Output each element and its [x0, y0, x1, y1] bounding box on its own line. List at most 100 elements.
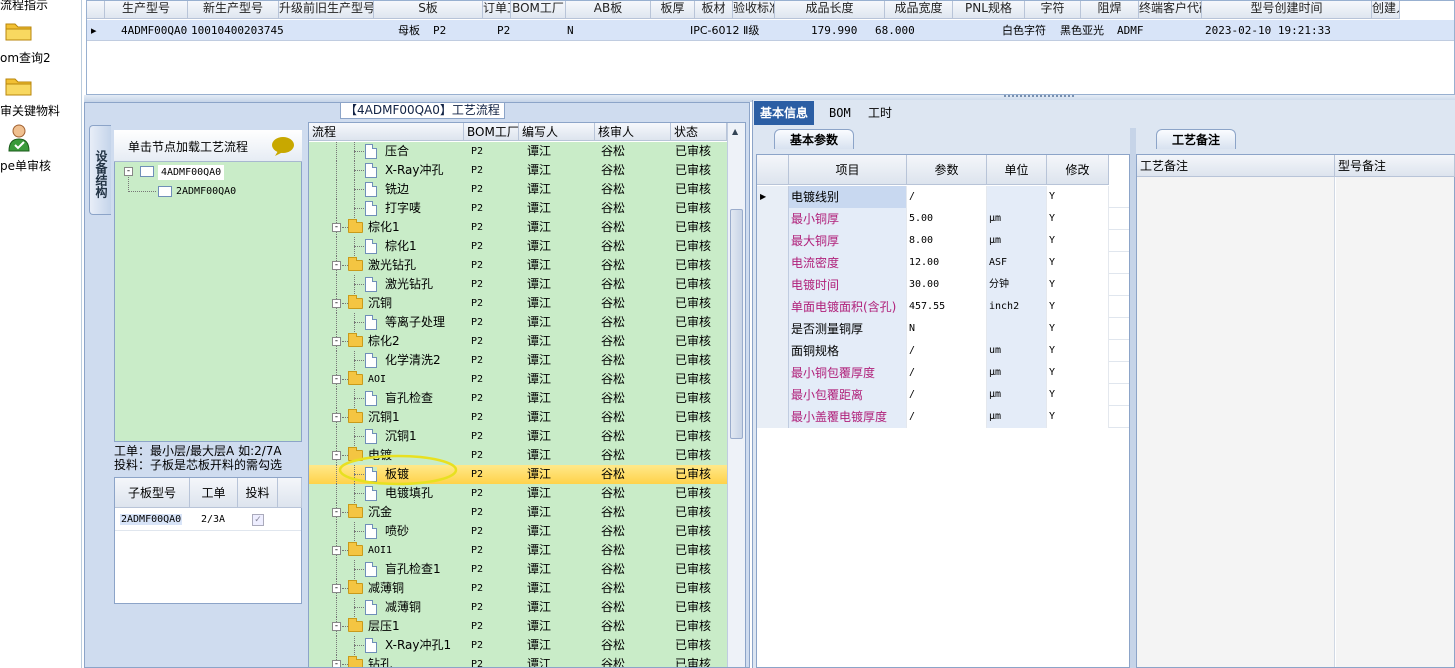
- col-sub-model[interactable]: 子板型号: [115, 478, 190, 508]
- tree-toggle[interactable]: -: [332, 299, 341, 308]
- nav-item-om-query[interactable]: om查询2: [0, 49, 80, 66]
- tab-bom[interactable]: BOM: [823, 101, 857, 125]
- param-row[interactable]: 最大铜厚 8.00 μm Y: [757, 230, 1129, 252]
- tree-toggle[interactable]: -: [332, 413, 341, 422]
- row-header[interactable]: [757, 230, 789, 252]
- param-row[interactable]: 面铜规格 / um Y: [757, 340, 1129, 362]
- col-header[interactable]: 创建人: [1372, 1, 1400, 19]
- col-header[interactable]: 终端客户代码: [1139, 1, 1202, 19]
- col-feed[interactable]: 投料: [238, 478, 278, 508]
- param-row[interactable]: 最小盖覆电镀厚度 / μm Y: [757, 406, 1129, 428]
- param-row[interactable]: 单面电镀面积(含孔) 457.55 inch2 Y: [757, 296, 1129, 318]
- flow-row[interactable]: 化学清洗2 P2 谭江 谷松 已审核: [309, 351, 727, 370]
- col-header[interactable]: 新生产型号: [188, 1, 279, 19]
- flow-row[interactable]: X-Ray冲孔 P2 谭江 谷松 已审核: [309, 161, 727, 180]
- flow-row[interactable]: 盲孔检查 P2 谭江 谷松 已审核: [309, 389, 727, 408]
- row-header[interactable]: [757, 252, 789, 274]
- row-header[interactable]: [757, 274, 789, 296]
- tree-toggle[interactable]: -: [332, 622, 341, 631]
- col-process-remark[interactable]: 工艺备注: [1137, 155, 1335, 177]
- flow-col-header[interactable]: 状态: [671, 123, 727, 141]
- tab-work-hours[interactable]: 工时: [862, 101, 898, 125]
- flow-row[interactable]: 打字唛 P2 谭江 谷松 已审核: [309, 199, 727, 218]
- col-header[interactable]: 验收标准: [733, 1, 775, 19]
- flow-col-header[interactable]: 流程: [309, 123, 464, 141]
- param-col-header[interactable]: 单位: [987, 155, 1047, 185]
- param-cell-param[interactable]: 5.00: [907, 208, 987, 230]
- flow-row[interactable]: X-Ray冲孔1 P2 谭江 谷松 已审核: [309, 636, 727, 655]
- flow-row[interactable]: 压合 P2 谭江 谷松 已审核: [309, 142, 727, 161]
- row-header[interactable]: [757, 406, 789, 428]
- col-header[interactable]: 字符: [1025, 1, 1081, 19]
- col-header[interactable]: S板: [374, 1, 483, 19]
- scroll-up-arrow-icon[interactable]: ▲: [732, 127, 738, 136]
- user-check-icon[interactable]: [7, 123, 37, 152]
- param-cell-param[interactable]: 8.00: [907, 230, 987, 252]
- flow-row[interactable]: - AOI P2 谭江 谷松 已审核: [309, 370, 727, 389]
- row-header[interactable]: [757, 384, 789, 406]
- param-row[interactable]: 最小包覆距离 / μm Y: [757, 384, 1129, 406]
- flow-row[interactable]: - 减薄铜 P2 谭江 谷松 已审核: [309, 579, 727, 598]
- col-order[interactable]: 工单: [190, 478, 238, 508]
- tab-basic-info[interactable]: 基本信息: [754, 101, 815, 125]
- tree-toggle[interactable]: -: [332, 337, 341, 346]
- tab-device-structure[interactable]: 设备结构: [89, 125, 111, 215]
- tree-toggle[interactable]: -: [124, 167, 133, 176]
- flow-row[interactable]: - AOI1 P2 谭江 谷松 已审核: [309, 541, 727, 560]
- param-row[interactable]: 是否测量铜厚 N Y: [757, 318, 1129, 340]
- col-header[interactable]: 板材: [695, 1, 733, 19]
- param-row[interactable]: ▶ 电镀线别 / Y: [757, 186, 1129, 208]
- flow-row[interactable]: - 沉铜1 P2 谭江 谷松 已审核: [309, 408, 727, 427]
- col-header[interactable]: 成品宽度: [885, 1, 953, 19]
- flow-row[interactable]: 棕化1 P2 谭江 谷松 已审核: [309, 237, 727, 256]
- col-header[interactable]: PNL规格: [953, 1, 1025, 19]
- col-header[interactable]: 升级前旧生产型号: [279, 1, 374, 19]
- col-header[interactable]: 订单工厂: [483, 1, 511, 19]
- table-row[interactable]: 2ADMF00QA0 2/3A ✓: [115, 509, 301, 531]
- param-cell-param[interactable]: 457.55: [907, 296, 987, 318]
- param-row[interactable]: 电镀时间 30.00 分钟 Y: [757, 274, 1129, 296]
- flow-row[interactable]: 激光钻孔 P2 谭江 谷松 已审核: [309, 275, 727, 294]
- param-cell-param[interactable]: /: [907, 186, 987, 208]
- model-remark-text[interactable]: [1336, 177, 1454, 667]
- flow-row[interactable]: 减薄铜 P2 谭江 谷松 已审核: [309, 598, 727, 617]
- scroll-thumb[interactable]: [730, 209, 743, 439]
- param-col-header[interactable]: 项目: [789, 155, 907, 185]
- row-header[interactable]: [757, 318, 789, 340]
- tree-toggle[interactable]: -: [332, 660, 341, 667]
- flow-scrollbar[interactable]: ▲: [727, 123, 745, 667]
- flow-row[interactable]: - 棕化1 P2 谭江 谷松 已审核: [309, 218, 727, 237]
- param-cell-param[interactable]: /: [907, 340, 987, 362]
- tree-toggle[interactable]: -: [332, 546, 341, 555]
- tree-node-root[interactable]: 4ADMF00QA0: [158, 165, 225, 180]
- tree-toggle[interactable]: -: [332, 584, 341, 593]
- nav-item-flow-guide[interactable]: 流程指示: [0, 0, 80, 13]
- flow-row[interactable]: 沉铜1 P2 谭江 谷松 已审核: [309, 427, 727, 446]
- row-header[interactable]: [757, 362, 789, 384]
- row-header[interactable]: [757, 340, 789, 362]
- flow-row[interactable]: 喷砂 P2 谭江 谷松 已审核: [309, 522, 727, 541]
- param-col-header[interactable]: 参数: [907, 155, 987, 185]
- flow-row[interactable]: - 棕化2 P2 谭江 谷松 已审核: [309, 332, 727, 351]
- row-header[interactable]: ▶: [757, 186, 789, 208]
- nav-item-pe-review[interactable]: pe单审核: [0, 157, 80, 174]
- process-remark-text[interactable]: [1137, 177, 1335, 667]
- tree-toggle[interactable]: -: [332, 223, 341, 232]
- flow-row[interactable]: - 激光钻孔 P2 谭江 谷松 已审核: [309, 256, 727, 275]
- param-cell-param[interactable]: N: [907, 318, 987, 340]
- col-header[interactable]: 生产型号: [105, 1, 188, 19]
- param-cell-param[interactable]: /: [907, 362, 987, 384]
- param-cell-param[interactable]: /: [907, 406, 987, 428]
- tab-basic-params[interactable]: 基本参数: [774, 129, 854, 149]
- col-header[interactable]: 阻焊: [1081, 1, 1139, 19]
- param-row[interactable]: 最小铜包覆厚度 / μm Y: [757, 362, 1129, 384]
- row-header[interactable]: [757, 296, 789, 318]
- folder-icon[interactable]: [4, 18, 34, 42]
- flow-col-header[interactable]: 编写人: [519, 123, 595, 141]
- flow-row[interactable]: 铣边 P2 谭江 谷松 已审核: [309, 180, 727, 199]
- col-header[interactable]: BOM工厂: [511, 1, 566, 19]
- tree-toggle[interactable]: -: [332, 508, 341, 517]
- param-cell-param[interactable]: 30.00: [907, 274, 987, 296]
- tab-process-remark[interactable]: 工艺备注: [1156, 129, 1236, 149]
- flow-col-header[interactable]: BOM工厂: [464, 123, 519, 141]
